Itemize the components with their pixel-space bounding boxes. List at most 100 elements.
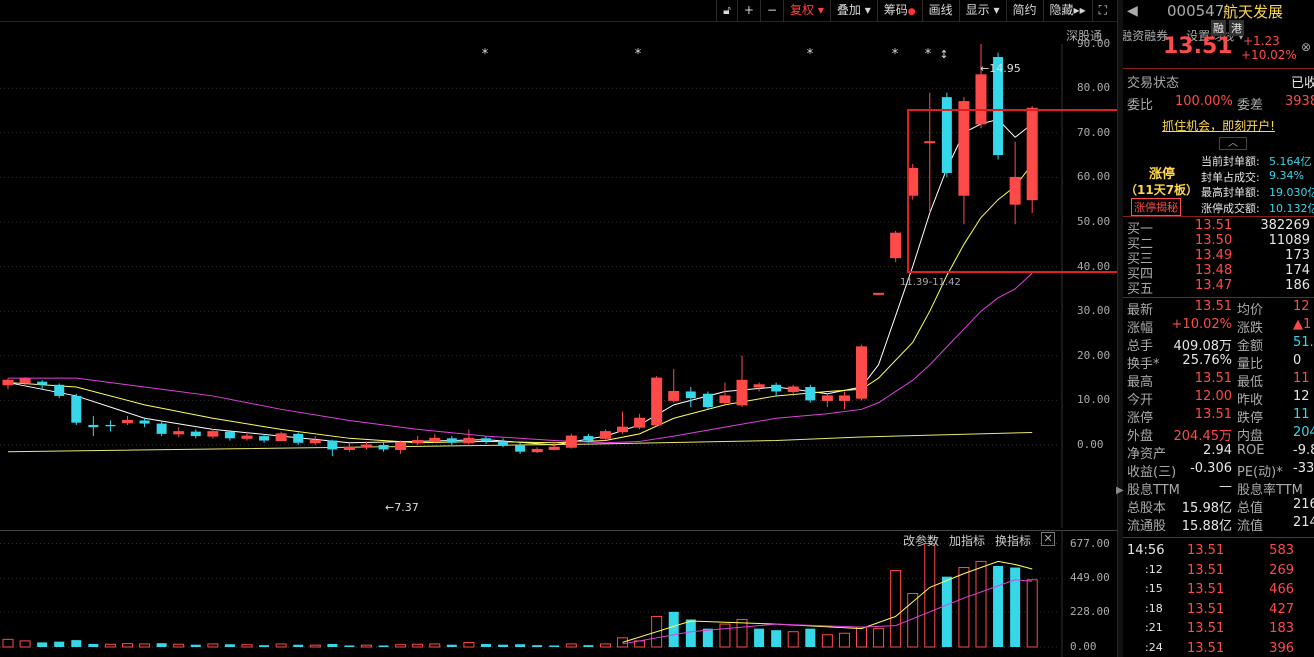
simple-label: 简约 xyxy=(1012,3,1037,17)
open-account-banner[interactable]: 抓住机会，即刻开户! xyxy=(1123,117,1314,135)
candle xyxy=(617,411,629,434)
add-indicator-button[interactable]: 加指标 xyxy=(949,532,985,549)
candle-body xyxy=(702,393,713,408)
candle-body xyxy=(651,377,663,426)
volume-bar xyxy=(344,645,355,647)
candle-body xyxy=(924,141,936,144)
ratio-label: 委比 xyxy=(1127,98,1154,113)
quote-value: ▲1 xyxy=(1293,317,1312,332)
lock-icon[interactable]: 🔓︎ xyxy=(716,0,737,22)
volume-bar xyxy=(719,623,731,648)
display-menu[interactable]: 显示 ▾ xyxy=(958,0,1006,22)
quote-label: 涨停 xyxy=(1127,411,1154,426)
candle xyxy=(412,436,424,445)
event-arrow-icon[interactable]: ↕ xyxy=(939,48,948,61)
order-book-label: 买五 xyxy=(1127,282,1154,297)
candle-body xyxy=(856,346,867,399)
quote-row: 换手* 25.76% 量比 0 xyxy=(1123,353,1314,372)
volume-ma-lines xyxy=(622,560,1033,645)
edit-params-button[interactable]: 改参数 xyxy=(903,532,939,549)
candle xyxy=(890,230,902,263)
tick-time: :12 xyxy=(1145,562,1163,576)
quote-row: 最高 13.51 最低 11 xyxy=(1123,371,1314,390)
chevron-down-icon: ▾ xyxy=(817,3,824,17)
tick-volume: 396 xyxy=(1269,640,1294,656)
switch-indicator-button[interactable]: 换指标 xyxy=(995,532,1031,549)
candle xyxy=(771,382,782,396)
volume-bar xyxy=(821,634,833,648)
quote-row: 收益(三) -0.306 PE(动)* -33 xyxy=(1123,461,1314,480)
fullscreen-icon[interactable]: ⛶ xyxy=(1091,0,1113,22)
quote-label: 涨幅 xyxy=(1127,321,1154,336)
event-star-icon[interactable]: * xyxy=(892,47,899,62)
hide-label: 隐藏 xyxy=(1049,3,1074,17)
chips-button[interactable]: 筹码● xyxy=(876,0,922,22)
expand-toggle[interactable]: ︿ xyxy=(1123,137,1314,151)
quote-label: ROE xyxy=(1237,443,1265,458)
candle-body xyxy=(446,438,457,443)
candle-body xyxy=(2,379,14,386)
quote-value: -0.306 xyxy=(1190,461,1232,476)
candle xyxy=(395,440,407,454)
event-star-icon[interactable]: * xyxy=(807,47,814,62)
volume-bar xyxy=(207,643,219,648)
volume-bar xyxy=(395,644,407,648)
minus-icon[interactable]: − xyxy=(759,0,783,22)
candle xyxy=(293,432,304,445)
volume-tick-label: 0.00 xyxy=(1070,640,1097,653)
ratio-value: 100.00% xyxy=(1175,94,1233,109)
candle-body xyxy=(821,395,833,401)
limit-detail-value: 19.030亿 xyxy=(1269,186,1314,199)
event-star-icon[interactable]: * xyxy=(482,47,489,62)
volume-bar xyxy=(412,643,424,648)
candle xyxy=(37,379,48,389)
candle xyxy=(207,428,219,439)
close-circle-icon[interactable]: ⊗ xyxy=(1301,40,1311,54)
volume-bars xyxy=(2,543,1038,648)
price-tick-label: 30.00 xyxy=(1077,304,1111,318)
event-star-icon[interactable]: * xyxy=(635,47,642,62)
limit-detail-value: 5.164亿 xyxy=(1269,155,1312,168)
tick-price: 13.51 xyxy=(1187,601,1225,617)
volume-tick-label: 677.00 xyxy=(1070,536,1110,550)
limit-detail-label: 封单占成交: xyxy=(1201,170,1260,184)
candle xyxy=(173,427,185,437)
candle-body xyxy=(480,438,491,442)
quote-label: 量比 xyxy=(1237,357,1264,372)
overlay-menu[interactable]: 叠加 ▾ xyxy=(829,0,877,22)
candle-body xyxy=(463,437,475,444)
volume-bar xyxy=(360,644,372,648)
candle-body xyxy=(873,292,885,295)
price-tick-label: 50.00 xyxy=(1077,215,1111,228)
plus-icon[interactable]: + xyxy=(736,0,760,22)
candle xyxy=(105,420,116,432)
candlestick-chart[interactable]: * * * * * ↕ ←14.95 ←7.37 11.39-11.42 xyxy=(0,44,1117,528)
event-star-icon[interactable]: * xyxy=(925,47,932,62)
candle-body xyxy=(343,446,355,450)
ma-line-ma10 xyxy=(7,163,1033,444)
volume-tick-label: 228.00 xyxy=(1070,605,1110,619)
candle xyxy=(753,382,765,392)
volume-chart[interactable] xyxy=(0,530,1117,657)
stock-name: 航天发展 xyxy=(1223,3,1284,21)
close-icon[interactable]: ✕ xyxy=(1041,532,1056,546)
quote-value: 13.51 xyxy=(1194,407,1232,422)
order-book-row[interactable]: 买五 13.47 186 xyxy=(1123,278,1314,297)
draw-button[interactable]: 画线 xyxy=(921,0,959,22)
simple-button[interactable]: 简约 xyxy=(1005,0,1043,22)
quote-label: 股息TTM xyxy=(1127,483,1180,498)
candle-body xyxy=(736,379,748,406)
candle-body xyxy=(275,433,287,442)
candle-body xyxy=(121,419,133,424)
hide-button[interactable]: 隐藏▸▸ xyxy=(1042,0,1092,22)
event-markers: * * * * * ↕ xyxy=(482,47,949,62)
order-book-price: 13.48 xyxy=(1195,263,1233,278)
quote-value: 12 xyxy=(1293,299,1310,314)
fuquan-menu[interactable]: 复权 ▾ xyxy=(783,0,830,22)
quote-label: 最高 xyxy=(1127,375,1154,390)
volume-bar xyxy=(1026,579,1038,648)
candle-body xyxy=(293,433,304,443)
prev-stock-icon[interactable]: ◀ xyxy=(1127,3,1138,19)
volume-bar xyxy=(873,628,885,648)
volume-bar xyxy=(771,630,782,647)
